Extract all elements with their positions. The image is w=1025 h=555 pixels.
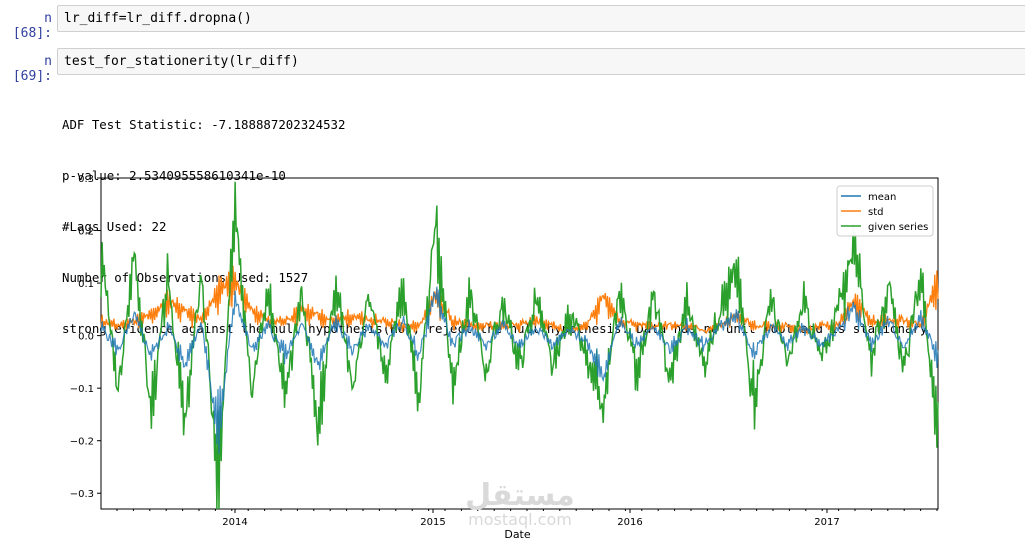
- y-tick-label: 0.1: [78, 279, 94, 290]
- y-tick-label: −0.3: [70, 489, 94, 500]
- code-cell-input[interactable]: lr_diff=lr_diff.dropna(): [57, 5, 1025, 32]
- cell-prompt: n [69]:: [12, 54, 52, 84]
- y-tick-label: 0.2: [78, 227, 94, 238]
- x-axis-label: Date: [504, 528, 531, 541]
- series-line-given: [100, 181, 939, 510]
- legend-label: given series: [868, 222, 928, 233]
- legend-label: mean: [868, 192, 896, 203]
- y-tick-label: 0.0: [78, 332, 94, 343]
- output-line: ADF Test Statistic: -7.188887202324532: [62, 117, 346, 132]
- x-tick-label: 2016: [617, 517, 642, 528]
- x-tick-label: 2017: [814, 517, 839, 528]
- legend-label: std: [868, 207, 883, 218]
- series-line-std: [100, 265, 939, 336]
- chart-svg: 0.3 0.2 0.1 0.0 −0.1 −0.2 −0.3 2014 2015 2016 2017…: [70, 174, 939, 541]
- y-tick-label: −0.2: [70, 437, 94, 448]
- x-tick-label: 2014: [222, 517, 247, 528]
- code-cell-input[interactable]: test_for_stationerity(lr_diff): [57, 48, 1025, 75]
- y-tick-label: −0.1: [70, 384, 94, 395]
- rolling-stats-chart: 0.3 0.2 0.1 0.0 −0.1 −0.2 −0.3 2014 2015 2016 2017…: [0, 170, 1025, 551]
- x-tick-label: 2015: [420, 517, 445, 528]
- y-tick-label: 0.3: [78, 174, 94, 185]
- cell-prompt: n [68]:: [12, 11, 52, 41]
- series-line-mean: [100, 286, 939, 454]
